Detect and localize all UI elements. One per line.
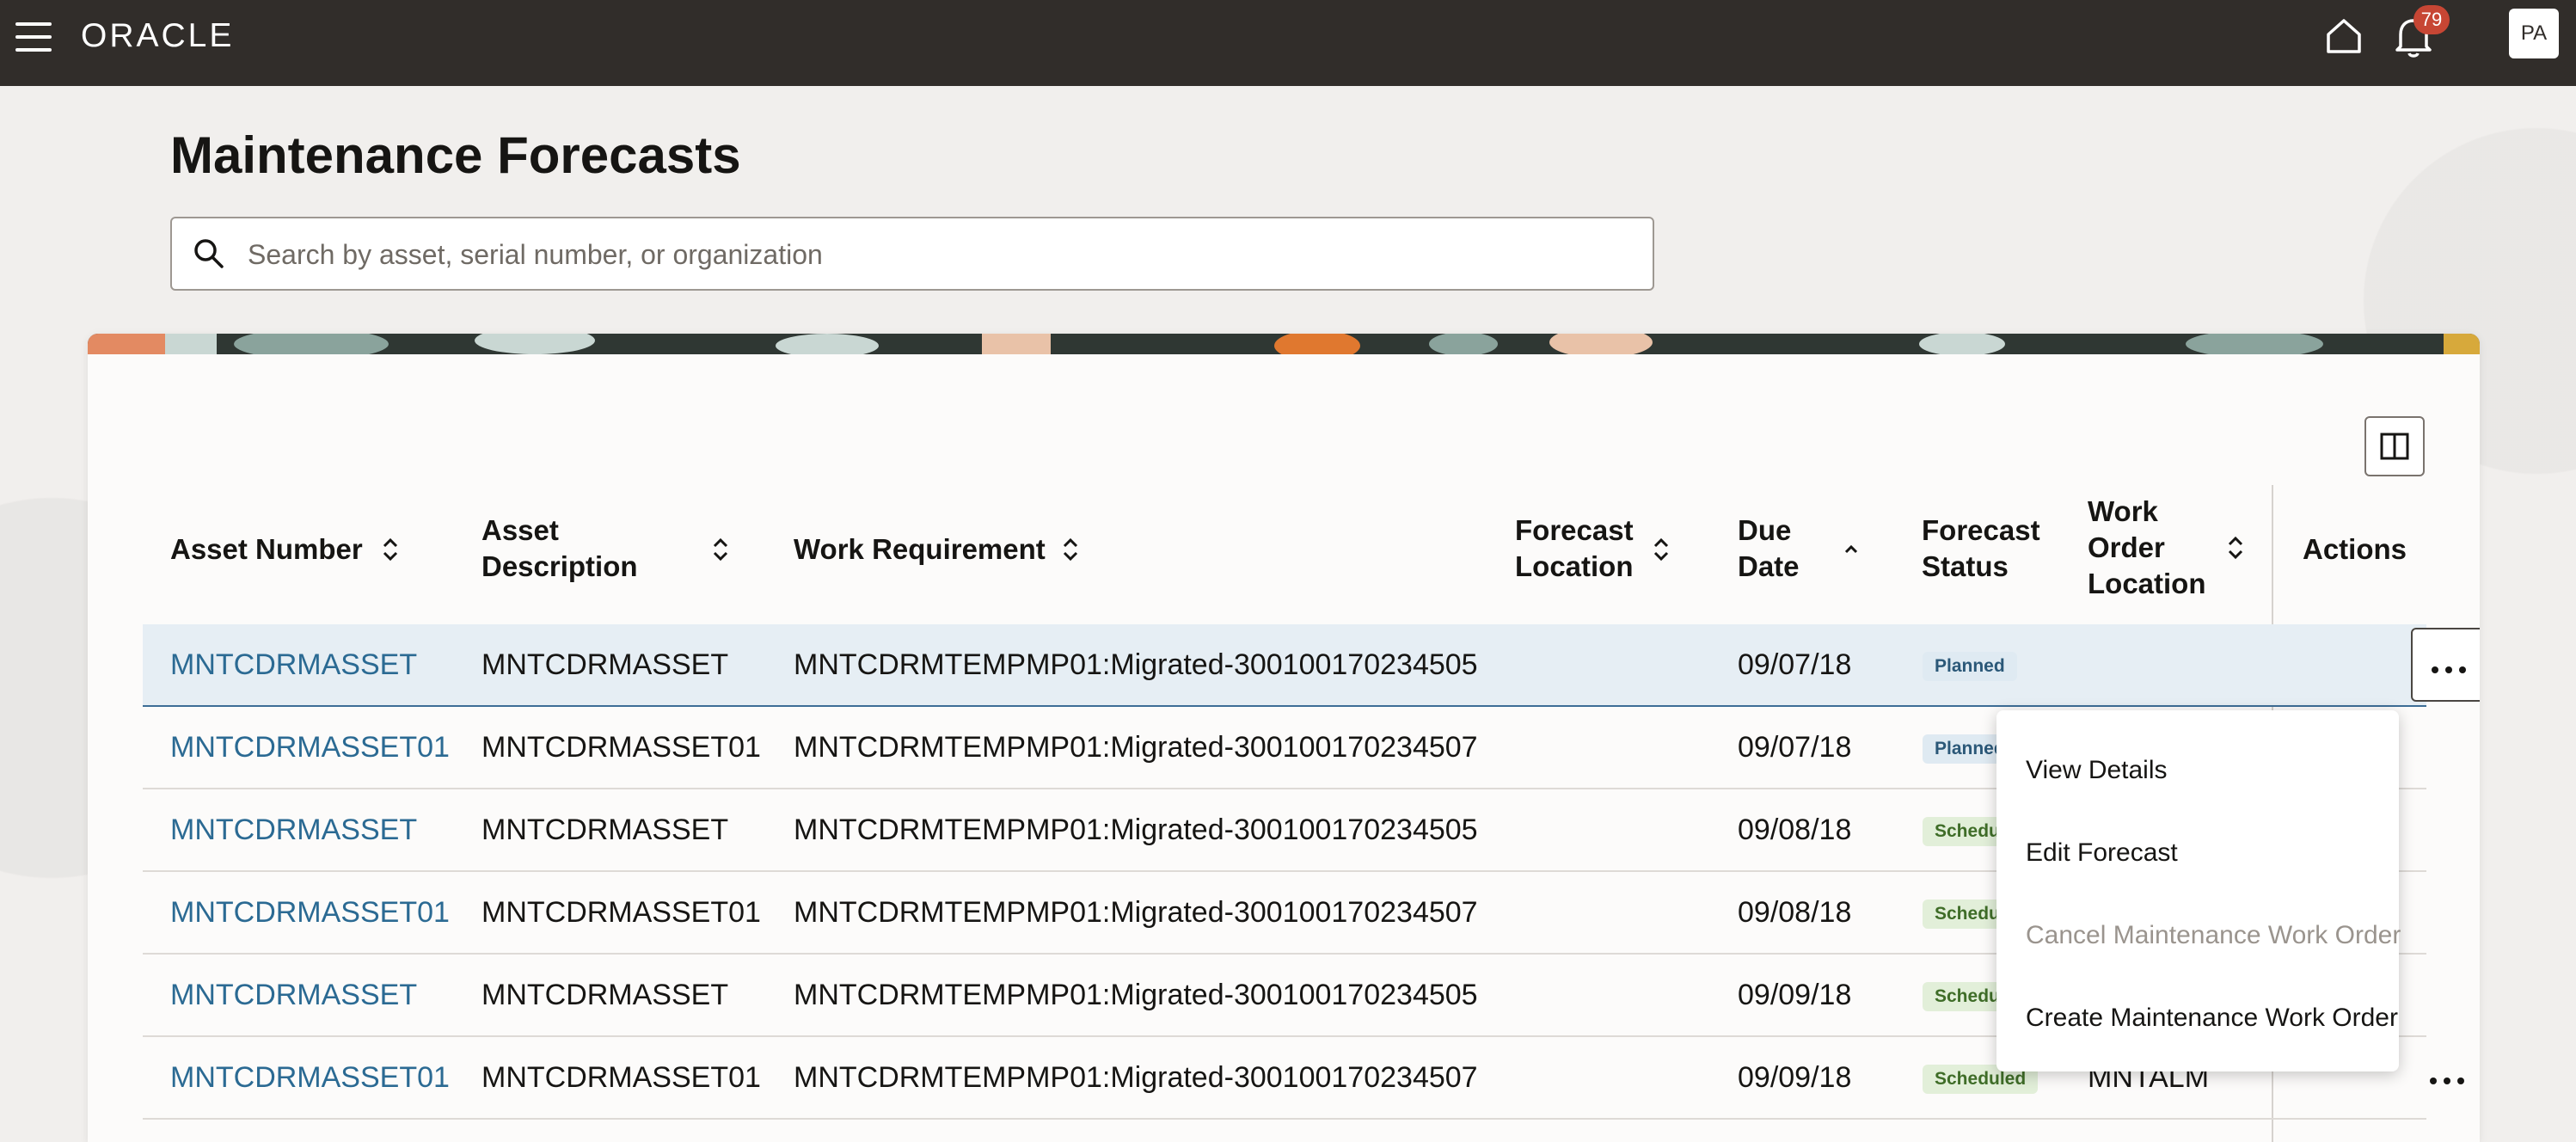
due-date: 09/08/18 (1738, 814, 1852, 846)
column-header-asset-description[interactable]: Asset Description (481, 513, 728, 585)
work-requirement: MNTCDRMTEMPMP01:Migrated-300100170234507 (794, 896, 1478, 929)
due-date: 09/08/18 (1738, 896, 1852, 929)
column-header-work-order-location[interactable]: Work Order Location (2088, 494, 2243, 602)
column-panel-icon (2380, 433, 2409, 460)
page-title: Maintenance Forecasts (170, 126, 741, 184)
work-requirement: MNTCDRMTEMPMP01:Migrated-300100170234505 (794, 979, 1478, 1011)
column-header-asset-number[interactable]: Asset Number (170, 531, 428, 568)
menu-item-edit-forecast[interactable]: Edit Forecast (1996, 812, 2399, 894)
column-header-label: Work Order Location (2088, 495, 2206, 599)
column-header-label: Due Date (1738, 514, 1800, 582)
search-input[interactable] (246, 218, 1625, 291)
notification-count-badge: 79 (2413, 5, 2450, 34)
asset-description: MNTCDRMASSET (481, 979, 729, 1011)
due-date: 09/09/18 (1738, 979, 1852, 1011)
status-badge: Planned (1923, 652, 2017, 681)
manage-columns-button[interactable] (2364, 416, 2425, 476)
column-header-label: Actions (2303, 533, 2407, 565)
more-horizontal-icon (2432, 662, 2473, 678)
asset-number-link[interactable]: MNTCDRMASSET (170, 955, 417, 1035)
asset-number-link[interactable]: MNTCDRMASSET01 (170, 872, 450, 953)
oracle-logo[interactable]: ORACLE (81, 17, 234, 55)
asset-description: MNTCDRMASSET01 (481, 731, 761, 764)
asset-description: MNTCDRMASSET01 (481, 896, 761, 929)
menu-item-view-details[interactable]: View Details (1996, 729, 2399, 812)
column-header-work-requirement[interactable]: Work Requirement (794, 531, 1138, 568)
sort-icon (1653, 537, 1669, 562)
work-requirement: MNTCDRMTEMPMP01:Migrated-300100170234507 (794, 1061, 1478, 1094)
sort-icon (2228, 536, 2243, 560)
sort-icon (383, 537, 398, 562)
column-header-due-date[interactable]: Due Date (1738, 513, 1858, 585)
column-header-label: Work Requirement (794, 533, 1046, 565)
work-requirement: MNTCDRMTEMPMP01:Migrated-300100170234505 (794, 648, 1478, 681)
column-header-forecast-status[interactable]: Forecast Status (1922, 513, 2042, 585)
column-header-label: Forecast Location (1515, 514, 1634, 582)
sort-ascending-icon (1844, 544, 1858, 554)
row-actions-button[interactable] (2411, 628, 2480, 702)
search-icon (194, 239, 224, 268)
asset-number-link[interactable]: MNTCDRMASSET01 (170, 707, 450, 788)
column-header-label: Forecast Status (1922, 514, 2040, 582)
work-requirement: MNTCDRMTEMPMP01:Migrated-300100170234507 (794, 731, 1478, 764)
column-header-forecast-location[interactable]: Forecast Location (1515, 513, 1669, 585)
menu-item-cancel-maintenance-work-order: Cancel Maintenance Work Order (2026, 921, 2401, 949)
asset-description: MNTCDRMASSET (481, 814, 729, 846)
hamburger-menu-icon[interactable] (15, 22, 52, 52)
top-navigation-bar: ORACLE 79 PA (0, 0, 2576, 86)
due-date: 09/09/18 (1738, 1061, 1852, 1094)
column-header-actions: Actions (2303, 531, 2423, 568)
decorative-banner (88, 334, 2480, 354)
search-box (170, 217, 1654, 291)
asset-description: MNTCDRMASSET01 (481, 1061, 761, 1094)
user-avatar[interactable]: PA (2509, 9, 2559, 58)
menu-item-create-maintenance-work-order[interactable]: Create Maintenance Work Order (1996, 977, 2399, 1059)
column-header-label: Asset Description (481, 514, 638, 582)
asset-number-link[interactable]: MNTCDRMASSET (170, 624, 417, 705)
table-header: Asset Number Asset Description Work Requ… (88, 485, 2480, 614)
table-row[interactable]: MNTCDRMASSET MNTCDRMASSET MNTCDRMTEMPMP0… (143, 624, 2480, 707)
home-icon[interactable] (2323, 15, 2364, 57)
more-horizontal-icon (2430, 1073, 2471, 1089)
sort-icon (713, 537, 728, 562)
asset-number-link[interactable]: MNTCDRMASSET (170, 789, 417, 870)
row-actions-button[interactable] (2411, 1041, 2480, 1114)
column-header-label: Asset Number (170, 533, 363, 565)
asset-description: MNTCDRMASSET (481, 648, 729, 681)
work-requirement: MNTCDRMTEMPMP01:Migrated-300100170234505 (794, 814, 1478, 846)
row-actions-menu: View Details Edit Forecast Cancel Mainte… (1996, 710, 2401, 1071)
due-date: 09/07/18 (1738, 648, 1852, 681)
asset-number-link[interactable]: MNTCDRMASSET01 (170, 1037, 450, 1118)
due-date: 09/07/18 (1738, 731, 1852, 764)
sort-icon (1063, 537, 1078, 562)
